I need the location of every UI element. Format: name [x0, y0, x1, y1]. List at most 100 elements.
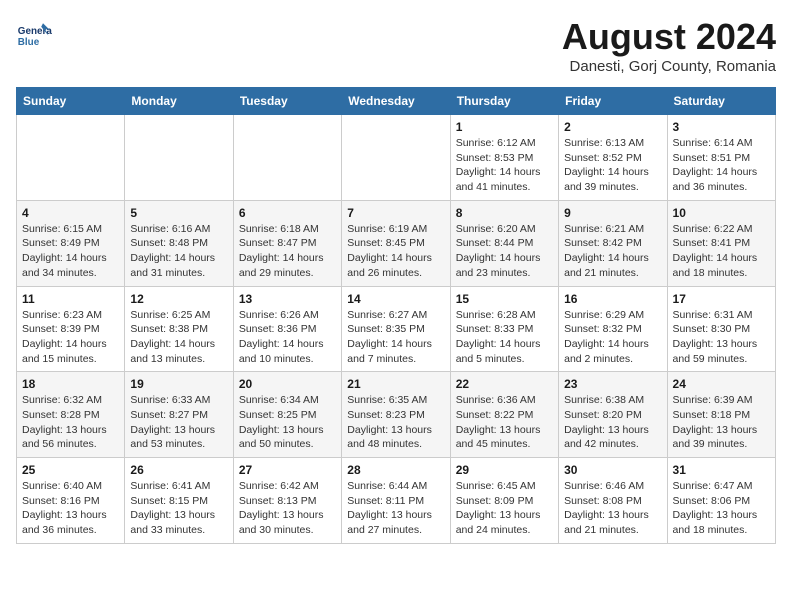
day-number: 4 — [22, 206, 119, 220]
day-info: Sunrise: 6:23 AM Sunset: 8:39 PM Dayligh… — [22, 308, 119, 367]
header-cell-monday: Monday — [125, 88, 233, 115]
day-info: Sunrise: 6:26 AM Sunset: 8:36 PM Dayligh… — [239, 308, 336, 367]
day-info: Sunrise: 6:13 AM Sunset: 8:52 PM Dayligh… — [564, 136, 661, 195]
day-cell: 31 Sunrise: 6:47 AM Sunset: 8:06 PM Dayli… — [667, 458, 775, 544]
calendar-body: 1 Sunrise: 6:12 AM Sunset: 8:53 PM Daylig… — [17, 115, 776, 544]
day-number: 19 — [130, 377, 227, 391]
day-number: 17 — [673, 292, 770, 306]
calendar-header: SundayMondayTuesdayWednesdayThursdayFrid… — [17, 88, 776, 115]
svg-text:Blue: Blue — [18, 37, 40, 48]
header-cell-friday: Friday — [559, 88, 667, 115]
day-cell — [17, 115, 125, 201]
logo-icon: General Blue — [16, 16, 52, 52]
day-number: 7 — [347, 206, 444, 220]
day-number: 14 — [347, 292, 444, 306]
day-number: 31 — [673, 463, 770, 477]
day-number: 22 — [456, 377, 553, 391]
day-cell: 26Sunrise: 6:41 AM Sunset: 8:15 PM Dayli… — [125, 458, 233, 544]
day-cell: 27Sunrise: 6:42 AM Sunset: 8:13 PM Dayli… — [233, 458, 341, 544]
day-cell: 5Sunrise: 6:16 AM Sunset: 8:48 PM Daylig… — [125, 200, 233, 286]
day-cell: 28 Sunrise: 6:44 AM Sunset: 8:11 PM Dayli… — [342, 458, 450, 544]
day-info: Sunrise: 6:44 AM Sunset: 8:11 PM Dayligh… — [347, 479, 444, 538]
header-cell-wednesday: Wednesday — [342, 88, 450, 115]
day-cell: 29Sunrise: 6:45 AM Sunset: 8:09 PM Dayli… — [450, 458, 558, 544]
day-number: 24 — [673, 377, 770, 391]
header-row: SundayMondayTuesdayWednesdayThursdayFrid… — [17, 88, 776, 115]
main-title: August 2024 — [562, 16, 776, 58]
day-info: Sunrise: 6:25 AM Sunset: 8:38 PM Dayligh… — [130, 308, 227, 367]
day-number: 20 — [239, 377, 336, 391]
day-info: Sunrise: 6:41 AM Sunset: 8:15 PM Dayligh… — [130, 479, 227, 538]
day-cell: 12 Sunrise: 6:25 AM Sunset: 8:38 PM Dayli… — [125, 286, 233, 372]
day-cell: 25 Sunrise: 6:40 AM Sunset: 8:16 PM Dayli… — [17, 458, 125, 544]
day-number: 10 — [673, 206, 770, 220]
day-cell: 3 Sunrise: 6:14 AM Sunset: 8:51 PM Daylig… — [667, 115, 775, 201]
day-cell: 19Sunrise: 6:33 AM Sunset: 8:27 PM Dayli… — [125, 372, 233, 458]
day-info: Sunrise: 6:36 AM Sunset: 8:22 PM Dayligh… — [456, 393, 553, 452]
day-cell: 17Sunrise: 6:31 AM Sunset: 8:30 PM Dayli… — [667, 286, 775, 372]
title-area: August 2024 Danesti, Gorj County, Romani… — [562, 16, 776, 75]
day-info: Sunrise: 6:35 AM Sunset: 8:23 PM Dayligh… — [347, 393, 444, 452]
day-info: Sunrise: 6:27 AM Sunset: 8:35 PM Dayligh… — [347, 308, 444, 367]
day-info: Sunrise: 6:42 AM Sunset: 8:13 PM Dayligh… — [239, 479, 336, 538]
day-cell: 8Sunrise: 6:20 AM Sunset: 8:44 PM Daylig… — [450, 200, 558, 286]
day-number: 9 — [564, 206, 661, 220]
day-info: Sunrise: 6:39 AM Sunset: 8:18 PM Dayligh… — [673, 393, 770, 452]
header-cell-tuesday: Tuesday — [233, 88, 341, 115]
day-info: Sunrise: 6:34 AM Sunset: 8:25 PM Dayligh… — [239, 393, 336, 452]
day-cell: 24 Sunrise: 6:39 AM Sunset: 8:18 PM Dayli… — [667, 372, 775, 458]
day-cell: 7 Sunrise: 6:19 AM Sunset: 8:45 PM Daylig… — [342, 200, 450, 286]
day-cell: 13 Sunrise: 6:26 AM Sunset: 8:36 PM Dayli… — [233, 286, 341, 372]
calendar-table: SundayMondayTuesdayWednesdayThursdayFrid… — [16, 87, 776, 544]
day-info: Sunrise: 6:14 AM Sunset: 8:51 PM Dayligh… — [673, 136, 770, 195]
day-cell: 22 Sunrise: 6:36 AM Sunset: 8:22 PM Dayli… — [450, 372, 558, 458]
day-info: Sunrise: 6:28 AM Sunset: 8:33 PM Dayligh… — [456, 308, 553, 367]
day-info: Sunrise: 6:46 AM Sunset: 8:08 PM Dayligh… — [564, 479, 661, 538]
day-number: 18 — [22, 377, 119, 391]
day-number: 3 — [673, 120, 770, 134]
day-number: 30 — [564, 463, 661, 477]
header-cell-thursday: Thursday — [450, 88, 558, 115]
day-info: Sunrise: 6:47 AM Sunset: 8:06 PM Dayligh… — [673, 479, 770, 538]
day-cell: 14 Sunrise: 6:27 AM Sunset: 8:35 PM Dayli… — [342, 286, 450, 372]
day-info: Sunrise: 6:22 AM Sunset: 8:41 PM Dayligh… — [673, 222, 770, 281]
week-row-3: 11Sunrise: 6:23 AM Sunset: 8:39 PM Dayli… — [17, 286, 776, 372]
day-number: 15 — [456, 292, 553, 306]
week-row-1: 1 Sunrise: 6:12 AM Sunset: 8:53 PM Daylig… — [17, 115, 776, 201]
day-cell: 1 Sunrise: 6:12 AM Sunset: 8:53 PM Daylig… — [450, 115, 558, 201]
day-cell — [125, 115, 233, 201]
week-row-2: 4Sunrise: 6:15 AM Sunset: 8:49 PM Daylig… — [17, 200, 776, 286]
day-number: 13 — [239, 292, 336, 306]
day-cell: 20 Sunrise: 6:34 AM Sunset: 8:25 PM Dayli… — [233, 372, 341, 458]
day-cell: 6Sunrise: 6:18 AM Sunset: 8:47 PM Daylig… — [233, 200, 341, 286]
day-cell: 30 Sunrise: 6:46 AM Sunset: 8:08 PM Dayli… — [559, 458, 667, 544]
subtitle: Danesti, Gorj County, Romania — [562, 58, 776, 75]
day-cell: 4Sunrise: 6:15 AM Sunset: 8:49 PM Daylig… — [17, 200, 125, 286]
day-cell — [342, 115, 450, 201]
header-cell-sunday: Sunday — [17, 88, 125, 115]
day-number: 8 — [456, 206, 553, 220]
day-number: 2 — [564, 120, 661, 134]
day-info: Sunrise: 6:29 AM Sunset: 8:32 PM Dayligh… — [564, 308, 661, 367]
day-number: 29 — [456, 463, 553, 477]
day-info: Sunrise: 6:32 AM Sunset: 8:28 PM Dayligh… — [22, 393, 119, 452]
day-number: 12 — [130, 292, 227, 306]
day-info: Sunrise: 6:19 AM Sunset: 8:45 PM Dayligh… — [347, 222, 444, 281]
week-row-5: 25 Sunrise: 6:40 AM Sunset: 8:16 PM Dayli… — [17, 458, 776, 544]
day-number: 6 — [239, 206, 336, 220]
day-info: Sunrise: 6:16 AM Sunset: 8:48 PM Dayligh… — [130, 222, 227, 281]
day-number: 16 — [564, 292, 661, 306]
day-number: 23 — [564, 377, 661, 391]
day-cell: 10 Sunrise: 6:22 AM Sunset: 8:41 PM Dayli… — [667, 200, 775, 286]
day-cell: 21Sunrise: 6:35 AM Sunset: 8:23 PM Dayli… — [342, 372, 450, 458]
day-info: Sunrise: 6:40 AM Sunset: 8:16 PM Dayligh… — [22, 479, 119, 538]
day-cell: 9Sunrise: 6:21 AM Sunset: 8:42 PM Daylig… — [559, 200, 667, 286]
day-number: 28 — [347, 463, 444, 477]
day-cell: 23 Sunrise: 6:38 AM Sunset: 8:20 PM Dayli… — [559, 372, 667, 458]
day-number: 1 — [456, 120, 553, 134]
header: General Blue August 2024 Danesti, Gorj C… — [16, 16, 776, 75]
day-cell: 18 Sunrise: 6:32 AM Sunset: 8:28 PM Dayli… — [17, 372, 125, 458]
day-info: Sunrise: 6:38 AM Sunset: 8:20 PM Dayligh… — [564, 393, 661, 452]
day-info: Sunrise: 6:12 AM Sunset: 8:53 PM Dayligh… — [456, 136, 553, 195]
day-number: 25 — [22, 463, 119, 477]
